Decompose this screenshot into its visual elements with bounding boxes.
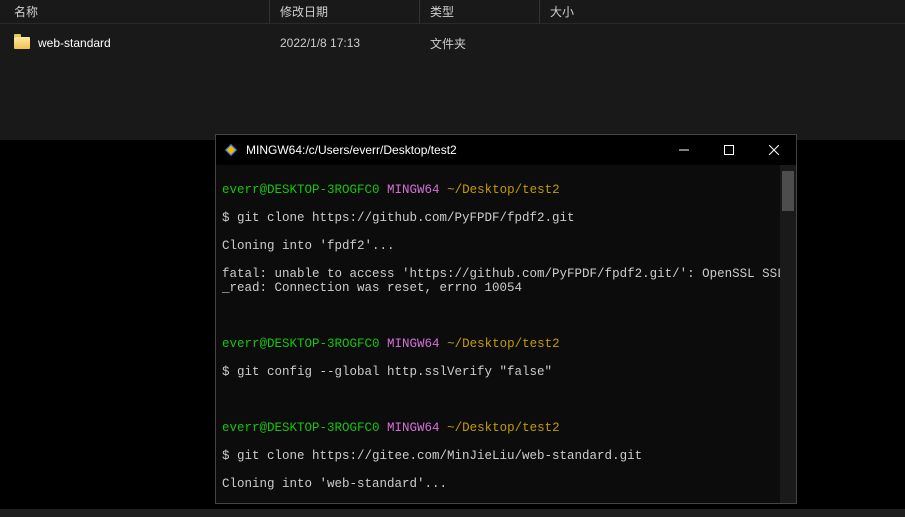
row-date: 2022/1/8 17:13: [270, 36, 420, 50]
prompt-env: MINGW64: [387, 183, 440, 197]
blank-line: [222, 309, 790, 323]
col-header-name[interactable]: 名称: [0, 0, 270, 23]
output-line: Cloning into 'web-standard'...: [222, 477, 790, 491]
file-explorer: 名称 修改日期 类型 大小 web-standard 2022/1/8 17:1…: [0, 0, 905, 140]
terminal-window: MINGW64:/c/Users/everr/Desktop/test2 eve…: [215, 134, 797, 504]
window-title: MINGW64:/c/Users/everr/Desktop/test2: [246, 143, 457, 157]
table-row[interactable]: web-standard 2022/1/8 17:13 文件夹: [0, 30, 905, 56]
minimize-button[interactable]: [661, 135, 706, 165]
prompt-path: ~/Desktop/test2: [447, 183, 560, 197]
mingw-icon: [224, 143, 238, 157]
prompt-path: ~/Desktop/test2: [447, 337, 560, 351]
explorer-columns: 名称 修改日期 类型 大小: [0, 0, 905, 24]
prompt-env: MINGW64: [387, 421, 440, 435]
scrollbar-thumb[interactable]: [782, 171, 794, 211]
prompt-path: ~/Desktop/test2: [447, 421, 560, 435]
output-line: fatal: unable to access 'https://github.…: [222, 267, 790, 295]
cmd-line: $ git clone https://github.com/PyFPDF/fp…: [222, 211, 790, 225]
maximize-button[interactable]: [706, 135, 751, 165]
prompt-env: MINGW64: [387, 337, 440, 351]
prompt-user: everr@DESKTOP-3ROGFC0: [222, 183, 380, 197]
blank-line: [222, 393, 790, 407]
folder-icon: [14, 37, 30, 49]
close-button[interactable]: [751, 135, 796, 165]
cmd-line: $ git clone https://gitee.com/MinJieLiu/…: [222, 449, 790, 463]
cmd-line: $ git config --global http.sslVerify "fa…: [222, 365, 790, 379]
row-type: 文件夹: [420, 35, 540, 52]
prompt-user: everr@DESKTOP-3ROGFC0: [222, 337, 380, 351]
col-header-date[interactable]: 修改日期: [270, 0, 420, 23]
col-header-size[interactable]: 大小: [540, 0, 640, 23]
scrollbar[interactable]: [780, 165, 796, 503]
col-header-type[interactable]: 类型: [420, 0, 540, 23]
terminal-body[interactable]: everr@DESKTOP-3ROGFC0 MINGW64 ~/Desktop/…: [216, 165, 796, 503]
titlebar[interactable]: MINGW64:/c/Users/everr/Desktop/test2: [216, 135, 796, 165]
prompt-user: everr@DESKTOP-3ROGFC0: [222, 421, 380, 435]
row-name: web-standard: [0, 36, 270, 50]
taskbar: [0, 509, 905, 517]
output-line: Cloning into 'fpdf2'...: [222, 239, 790, 253]
folder-name: web-standard: [38, 36, 111, 50]
